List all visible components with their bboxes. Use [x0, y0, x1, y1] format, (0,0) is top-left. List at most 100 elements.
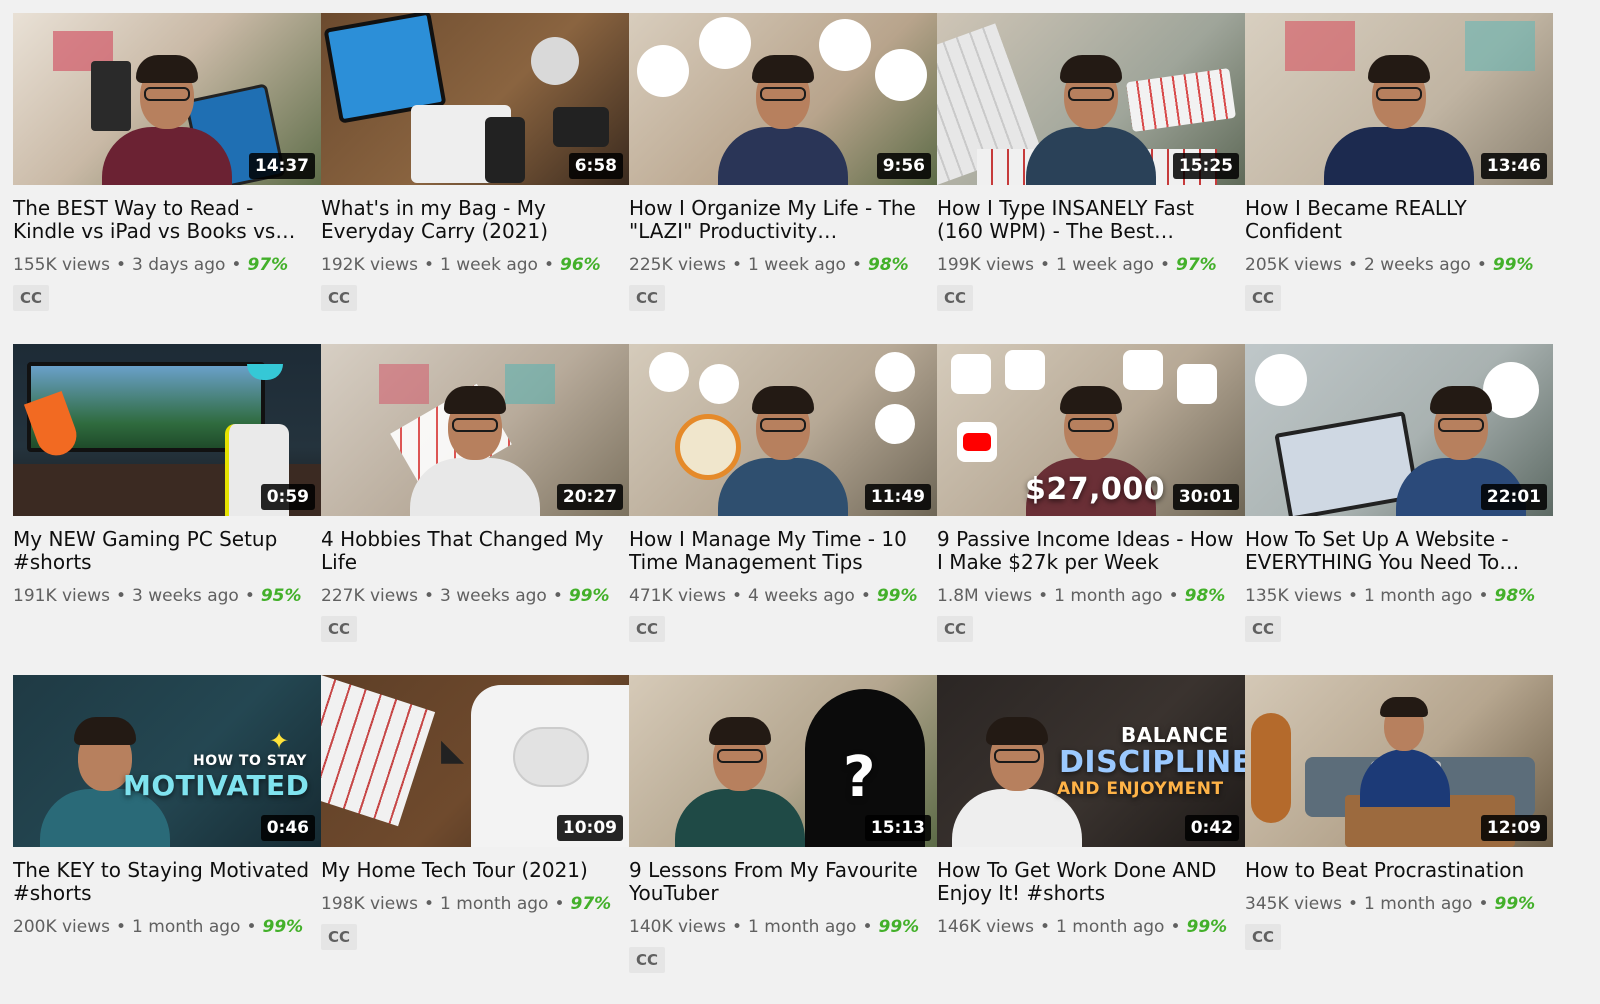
like-ratio: 97%: [1175, 255, 1217, 275]
cc-badge: CC: [1245, 285, 1282, 311]
video-duration: 12:09: [1480, 815, 1547, 841]
upload-age: 1 week ago: [440, 255, 538, 275]
video-title[interactable]: My NEW Gaming PC Setup #shorts: [13, 528, 321, 574]
upload-age: 1 month ago: [1056, 917, 1165, 937]
thumbnail-overlay-text: ?: [843, 745, 876, 810]
cc-badge: CC: [937, 285, 974, 311]
video-card[interactable]: $27,000 30:01 9 Passive Income Ideas - H…: [937, 344, 1245, 642]
video-card[interactable]: ◣ 10:09 My Home Tech Tour (2021) 198K vi…: [321, 675, 629, 950]
video-thumbnail[interactable]: 9:56: [629, 13, 937, 185]
video-duration: 6:58: [568, 153, 623, 179]
like-ratio: 98%: [1494, 586, 1536, 606]
video-title[interactable]: How to Beat Procrastination: [1245, 859, 1553, 882]
video-card[interactable]: 14:37 The BEST Way to Read - Kindle vs i…: [13, 13, 321, 311]
upload-age: 3 days ago: [132, 255, 226, 275]
video-thumbnail[interactable]: 12:09: [1245, 675, 1553, 847]
video-meta: 471K views • 4 weeks ago • 99%: [629, 586, 918, 606]
video-title[interactable]: The KEY to Staying Motivated #shorts: [13, 859, 321, 905]
upload-age: 1 month ago: [1364, 586, 1473, 606]
video-card[interactable]: 13:46 How I Became REALLY Confident 205K…: [1245, 13, 1553, 311]
video-title[interactable]: 9 Lessons From My Favourite YouTuber: [629, 859, 937, 905]
video-thumbnail[interactable]: 22:01: [1245, 344, 1553, 516]
video-meta: 140K views • 1 month ago • 99%: [629, 917, 920, 937]
wall-art: [1465, 21, 1535, 71]
thumbnail-overlay-text: $27,000: [1025, 472, 1166, 507]
video-card[interactable]: ? 15:13 9 Lessons From My Favourite YouT…: [629, 675, 937, 973]
video-card[interactable]: 0:59 My NEW Gaming PC Setup #shorts 191K…: [13, 344, 321, 606]
like-ratio: 95%: [260, 586, 302, 606]
video-thumbnail[interactable]: $27,000 30:01: [937, 344, 1245, 516]
video-title[interactable]: 9 Passive Income Ideas - How I Make $27k…: [937, 528, 1245, 574]
upload-age: 1 month ago: [1364, 894, 1473, 914]
video-title[interactable]: What's in my Bag - My Everyday Carry (20…: [321, 197, 629, 243]
video-meta: 205K views • 2 weeks ago • 99%: [1245, 255, 1534, 275]
upload-age: 3 weeks ago: [440, 586, 547, 606]
video-card[interactable]: 11:49 How I Manage My Time - 10 Time Man…: [629, 344, 937, 642]
video-thumbnail[interactable]: ? 15:13: [629, 675, 937, 847]
like-ratio: 96%: [559, 255, 601, 275]
squarespace-icon: [1255, 354, 1307, 406]
upload-age: 3 weeks ago: [132, 586, 239, 606]
upload-age: 1 week ago: [1056, 255, 1154, 275]
video-card[interactable]: HOW TO STAY MOTIVATED ✦ 0:46 The KEY to …: [13, 675, 321, 937]
video-meta: 198K views • 1 month ago • 97%: [321, 894, 612, 914]
video-title[interactable]: How I Became REALLY Confident: [1245, 197, 1553, 243]
video-title[interactable]: How To Set Up A Website - EVERYTHING You…: [1245, 528, 1553, 574]
video-thumbnail[interactable]: 0:59: [13, 344, 321, 516]
view-count: 200K views: [13, 917, 111, 937]
view-count: 135K views: [1245, 586, 1343, 606]
video-thumbnail[interactable]: 11:49: [629, 344, 937, 516]
video-card[interactable]: 15:25 How I Type INSANELY Fast (160 WPM)…: [937, 13, 1245, 311]
like-ratio: 99%: [262, 917, 304, 937]
view-count: 199K views: [937, 255, 1035, 275]
like-ratio: 99%: [878, 917, 920, 937]
like-ratio: 99%: [568, 586, 610, 606]
calendar-icon: [649, 352, 689, 392]
video-title[interactable]: How I Type INSANELY Fast (160 WPM) - The…: [937, 197, 1245, 243]
upload-age: 1 month ago: [748, 917, 857, 937]
video-thumbnail[interactable]: 6:58: [321, 13, 629, 185]
video-duration: 22:01: [1480, 484, 1547, 510]
video-meta: 225K views • 1 week ago • 98%: [629, 255, 909, 275]
thumbnail-overlay-small: BALANCE: [1121, 723, 1229, 747]
headphones-case: [531, 37, 579, 85]
video-grid: 14:37 The BEST Way to Read - Kindle vs i…: [0, 0, 1600, 1004]
upload-age: 2 weeks ago: [1364, 255, 1471, 275]
cc-badge: CC: [629, 285, 666, 311]
upload-age: 1 week ago: [748, 255, 846, 275]
video-thumbnail[interactable]: 13:46: [1245, 13, 1553, 185]
video-card[interactable]: 6:58 What's in my Bag - My Everyday Carr…: [321, 13, 629, 311]
video-title[interactable]: How To Get Work Done AND Enjoy It! #shor…: [937, 859, 1245, 905]
video-title[interactable]: 4 Hobbies That Changed My Life: [321, 528, 629, 574]
video-card[interactable]: BALANCE DISCIPLINE AND ENJOYMENT 0:42 Ho…: [937, 675, 1245, 937]
video-title[interactable]: The BEST Way to Read - Kindle vs iPad vs…: [13, 197, 321, 243]
video-duration: 15:13: [864, 815, 931, 841]
video-meta: 192K views • 1 week ago • 96%: [321, 255, 601, 275]
video-thumbnail[interactable]: 15:25: [937, 13, 1245, 185]
thumbnail-overlay-small: HOW TO STAY: [193, 753, 307, 769]
video-thumbnail[interactable]: HOW TO STAY MOTIVATED ✦ 0:46: [13, 675, 321, 847]
video-card[interactable]: 22:01 How To Set Up A Website - EVERYTHI…: [1245, 344, 1553, 642]
camera-device: [553, 107, 609, 147]
video-title[interactable]: How I Manage My Time - 10 Time Managemen…: [629, 528, 937, 574]
video-duration: 15:25: [1172, 153, 1239, 179]
video-card[interactable]: 9:56 How I Organize My Life - The "LAZI"…: [629, 13, 937, 311]
phone-device: [485, 117, 525, 183]
like-ratio: 98%: [1184, 586, 1226, 606]
video-thumbnail[interactable]: ◣ 10:09: [321, 675, 629, 847]
view-count: 191K views: [13, 586, 111, 606]
cc-badge: CC: [321, 616, 358, 642]
video-thumbnail[interactable]: 20:27: [321, 344, 629, 516]
video-thumbnail[interactable]: BALANCE DISCIPLINE AND ENJOYMENT 0:42: [937, 675, 1245, 847]
app-icon: [951, 354, 991, 394]
view-count: 198K views: [321, 894, 419, 914]
clipboard-icon: [875, 49, 927, 101]
video-title[interactable]: My Home Tech Tour (2021): [321, 859, 629, 882]
video-card[interactable]: 12:09 How to Beat Procrastination 345K v…: [1245, 675, 1553, 950]
video-title[interactable]: How I Organize My Life - The "LAZI" Prod…: [629, 197, 937, 243]
playstation-logo-icon: ◣: [441, 734, 465, 767]
video-thumbnail[interactable]: 14:37: [13, 13, 321, 185]
cc-badge: CC: [629, 947, 666, 973]
video-card[interactable]: 20:27 4 Hobbies That Changed My Life 227…: [321, 344, 629, 642]
app-icon: [1177, 364, 1217, 404]
